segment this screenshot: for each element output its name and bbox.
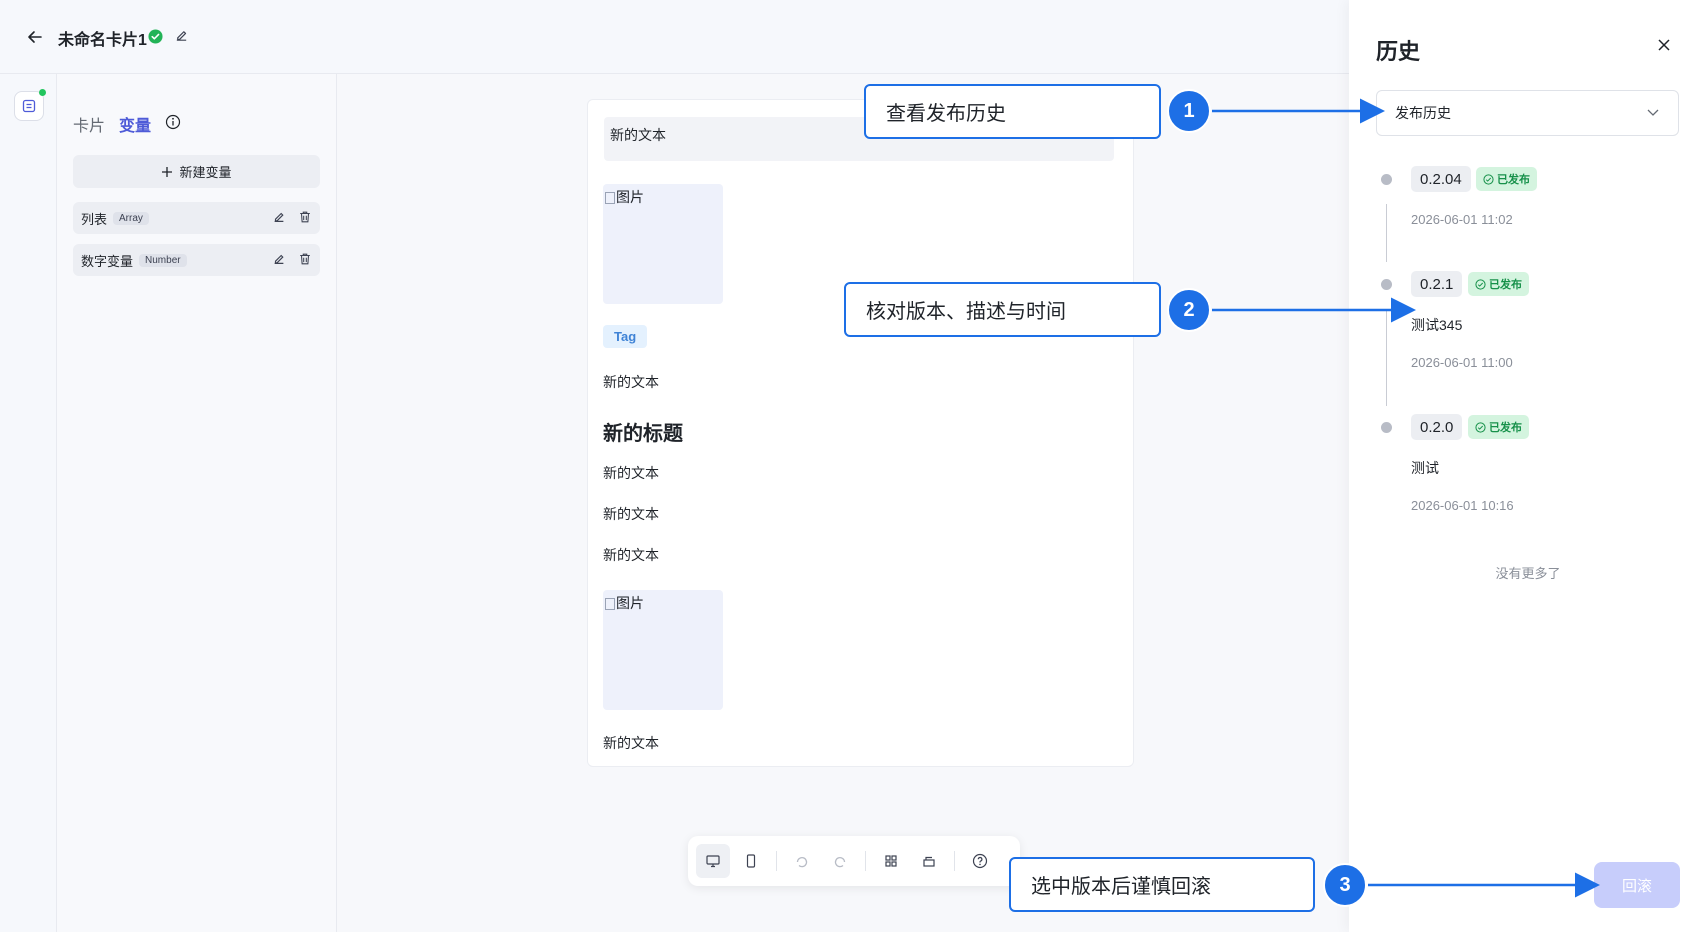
- variable-name: 数字变量: [81, 253, 134, 269]
- edit-title-icon[interactable]: [174, 28, 189, 48]
- close-icon[interactable]: [1653, 34, 1675, 56]
- timeline-line: [1386, 204, 1387, 262]
- annotation-number-3: 3: [1323, 863, 1367, 907]
- status-dot: [39, 89, 46, 96]
- top-bar: 未命名卡片1: [0, 0, 1349, 74]
- published-badge: 已发布: [1468, 272, 1529, 296]
- timeline-dot: [1381, 422, 1392, 433]
- card-component-icon[interactable]: [14, 89, 46, 121]
- version-badge[interactable]: 0.2.1: [1411, 271, 1463, 297]
- variable-item[interactable]: 数字变量 Number: [73, 244, 320, 276]
- variable-type-badge: Array: [113, 211, 149, 225]
- chevron-down-icon: [1646, 105, 1660, 122]
- version-badge[interactable]: 0.2.0: [1411, 414, 1463, 440]
- check-circle-icon: [1475, 278, 1486, 290]
- edit-icon[interactable]: [272, 210, 286, 227]
- image-alt-text: 图片: [616, 595, 644, 611]
- tag-component[interactable]: Tag: [603, 325, 648, 348]
- variable-name: 列表: [81, 211, 108, 227]
- variable-type-badge: Number: [139, 253, 187, 267]
- delete-icon[interactable]: [298, 252, 312, 269]
- tab-card[interactable]: 卡片: [73, 112, 105, 136]
- page-title: 未命名卡片1: [58, 32, 147, 49]
- plus-icon: [162, 166, 173, 177]
- image-component[interactable]: 图片: [603, 184, 723, 304]
- variable-item[interactable]: 列表 Array: [73, 202, 320, 234]
- annotation-callout-2: 核对版本、描述与时间: [844, 282, 1161, 337]
- published-badge-label: 已发布: [1497, 174, 1530, 186]
- published-badge-label: 已发布: [1489, 422, 1522, 434]
- check-circle-icon: [1475, 421, 1486, 433]
- image-alt-text: 图片: [616, 189, 644, 205]
- published-badge: 已发布: [1468, 415, 1529, 439]
- grid-icon[interactable]: [874, 844, 908, 878]
- annotation-callout-3: 选中版本后谨慎回滚: [1009, 857, 1315, 912]
- timeline-dot: [1381, 174, 1392, 185]
- text-component[interactable]: 新的文本: [603, 733, 659, 753]
- tab-variables[interactable]: 变量: [119, 112, 151, 136]
- help-icon[interactable]: [963, 844, 997, 878]
- version-time: 2026-06-01 10:16: [1411, 498, 1514, 513]
- toolbar-divider: [865, 851, 866, 871]
- text-component[interactable]: 新的文本: [603, 463, 659, 483]
- history-title: 历史: [1376, 39, 1421, 64]
- broken-image-icon: [605, 192, 615, 204]
- undo-icon[interactable]: [785, 844, 819, 878]
- text-component[interactable]: 新的文本: [603, 545, 659, 565]
- no-more-text: 没有更多了: [1495, 566, 1561, 581]
- bottom-toolbar: [688, 836, 1020, 886]
- annotation-callout-1: 查看发布历史: [864, 84, 1161, 139]
- new-variable-button[interactable]: 新建变量: [73, 155, 320, 188]
- image-component[interactable]: 图片: [603, 590, 723, 710]
- delete-icon[interactable]: [298, 210, 312, 227]
- version-time: 2026-06-01 11:02: [1411, 212, 1513, 227]
- rollback-button[interactable]: 回滚: [1594, 862, 1680, 908]
- panel-tabs: 卡片 变量: [73, 112, 181, 136]
- heading-component[interactable]: 新的标题: [603, 417, 683, 446]
- back-arrow-icon[interactable]: [24, 26, 46, 48]
- canvas-area: 新的文本 图片 Tag 新的文本 新的标题 新的文本 新的文本 新的文本 图片 …: [337, 74, 1349, 932]
- version-desc: 测试345: [1411, 317, 1463, 333]
- published-badge: 已发布: [1476, 167, 1537, 191]
- saved-check-icon: [148, 29, 163, 49]
- left-rail: [0, 74, 57, 932]
- history-filter-value: 发布历史: [1395, 105, 1451, 121]
- history-panel: 历史 发布历史 0.2.04 已发布 2026-06-01 11:02 0.2.…: [1349, 0, 1707, 932]
- timeline-line: [1386, 310, 1387, 406]
- broken-image-icon: [605, 598, 615, 610]
- text-component[interactable]: 新的文本: [603, 504, 659, 524]
- annotation-number-1: 1: [1167, 89, 1211, 133]
- toolbar-divider: [954, 851, 955, 871]
- text-component[interactable]: 新的文本: [603, 372, 659, 392]
- mobile-view-icon[interactable]: [734, 844, 768, 878]
- version-badge[interactable]: 0.2.04: [1411, 166, 1471, 192]
- info-icon[interactable]: [165, 114, 181, 135]
- new-variable-label: 新建变量: [179, 165, 232, 180]
- annotation-number-2: 2: [1167, 288, 1211, 332]
- redo-icon[interactable]: [823, 844, 857, 878]
- variable-panel: 卡片 变量 新建变量 列表 Array 数字变量 Number: [57, 74, 337, 932]
- history-filter-select[interactable]: 发布历史: [1376, 90, 1679, 136]
- timeline-dot: [1381, 279, 1392, 290]
- version-time: 2026-06-01 11:00: [1411, 355, 1513, 370]
- desktop-view-icon[interactable]: [696, 844, 730, 878]
- toolbar-divider: [776, 851, 777, 871]
- version-desc: 测试: [1411, 460, 1439, 476]
- layers-icon[interactable]: [912, 844, 946, 878]
- check-circle-icon: [1483, 173, 1494, 185]
- card-preview[interactable]: 新的文本 图片 Tag 新的文本 新的标题 新的文本 新的文本 新的文本 图片 …: [587, 99, 1134, 767]
- edit-icon[interactable]: [272, 252, 286, 269]
- published-badge-label: 已发布: [1489, 279, 1522, 291]
